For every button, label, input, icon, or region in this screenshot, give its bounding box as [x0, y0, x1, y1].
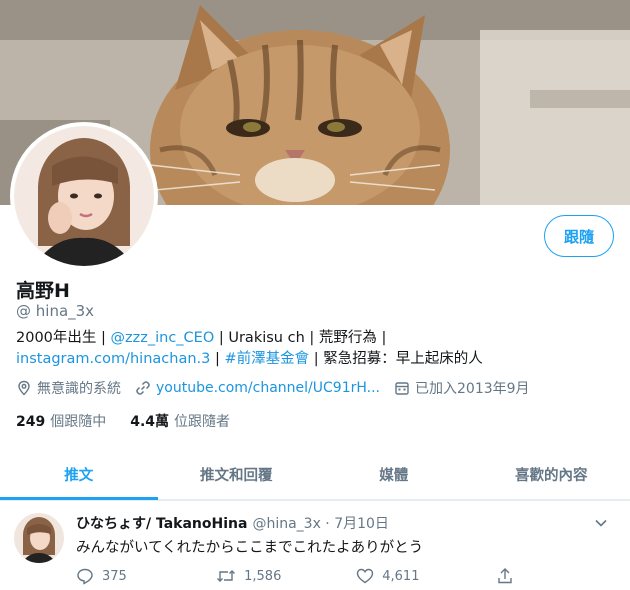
location-text: 無意識的系統	[37, 381, 121, 397]
profile-tabs: 推文 推文和回覆 媒體 喜歡的內容	[0, 450, 630, 500]
tweet-item[interactable]: ひなちょす/ TakanoHina @hina_3x · 7月10日 みんながい…	[0, 500, 630, 590]
joined-item: 已加入2013年9月	[394, 378, 530, 398]
location-item: 無意識的系統	[16, 378, 121, 398]
tweet-avatar-photo	[14, 513, 64, 563]
tab-likes[interactable]: 喜歡的內容	[473, 450, 630, 499]
profile-meta: 無意識的系統 youtube.com/channel/UC91rH... 已加入…	[16, 378, 544, 398]
avatar-photo	[14, 126, 154, 266]
followers-label: 位跟隨者	[174, 414, 231, 430]
chevron-down-icon	[595, 519, 607, 527]
tweet-menu-button[interactable]	[594, 515, 608, 534]
tweet-actions: 375 1,586 4,611	[76, 567, 526, 585]
profile-bio: 2000年出生 | @zzz_inc_CEO | Urakisu ch | 荒野…	[16, 328, 616, 370]
bio-text: 2000年出生 |	[16, 330, 111, 346]
like-button[interactable]: 4,611	[356, 567, 496, 585]
bio-mention-link[interactable]: @zzz_inc_CEO	[111, 330, 215, 346]
tweet-author-handle: @hina_3x · 7月10日	[252, 516, 389, 532]
followers-stat[interactable]: 4.4萬 位跟隨者	[130, 411, 230, 431]
reply-count: 375	[102, 568, 127, 584]
bio-hashtag-link[interactable]: #前澤基金會	[224, 351, 309, 367]
retweet-icon	[217, 570, 236, 582]
following-count: 249	[16, 414, 46, 430]
bio-text: | Urakisu ch | 荒野行為 |	[214, 330, 387, 346]
tweet-avatar[interactable]	[14, 513, 64, 563]
heart-icon	[357, 568, 374, 584]
tweet-text: みんながいてくれたからここまでこれたよありがとう	[76, 540, 424, 556]
profile-avatar[interactable]	[10, 122, 158, 270]
profile-stats: 249 個跟隨中 4.4萬 位跟隨者	[16, 411, 254, 431]
retweet-button[interactable]: 1,586	[216, 567, 356, 585]
reply-button[interactable]: 375	[76, 567, 216, 585]
bio-line-2: instagram.com/hinachan.3 | #前澤基金會 | 緊急招募…	[16, 349, 616, 370]
following-stat[interactable]: 249 個跟隨中	[16, 411, 106, 431]
share-icon	[498, 568, 513, 584]
like-count: 4,611	[382, 568, 420, 584]
tab-media[interactable]: 媒體	[315, 450, 473, 499]
calendar-icon	[395, 382, 409, 395]
bio-line-1: 2000年出生 | @zzz_inc_CEO | Urakisu ch | 荒野…	[16, 328, 616, 349]
user-handle: @ hina_3x	[16, 302, 95, 320]
tweet-author-name[interactable]: ひなちょす/ TakanoHina	[76, 513, 247, 533]
display-name: 高野H	[16, 280, 70, 302]
joined-text: 已加入2013年9月	[415, 381, 530, 397]
reply-icon	[77, 568, 93, 585]
bio-separator: |	[210, 351, 225, 367]
bio-text: | 緊急招募：早上起床的人	[309, 351, 483, 367]
followers-count: 4.4萬	[130, 414, 170, 430]
retweet-count: 1,586	[244, 568, 282, 584]
location-pin-icon	[18, 380, 30, 396]
follow-button[interactable]: 跟隨	[544, 215, 614, 257]
website-item[interactable]: youtube.com/channel/UC91rH...	[135, 380, 380, 396]
following-label: 個跟隨中	[50, 414, 107, 430]
link-icon	[136, 381, 150, 395]
tab-tweets[interactable]: 推文	[0, 450, 158, 500]
tweet-header: ひなちょす/ TakanoHina @hina_3x · 7月10日	[76, 513, 389, 533]
bio-instagram-link[interactable]: instagram.com/hinachan.3	[16, 351, 210, 367]
share-button[interactable]	[496, 567, 526, 585]
website-link[interactable]: youtube.com/channel/UC91rH...	[156, 380, 380, 396]
tab-tweets-and-replies[interactable]: 推文和回覆	[158, 450, 316, 499]
